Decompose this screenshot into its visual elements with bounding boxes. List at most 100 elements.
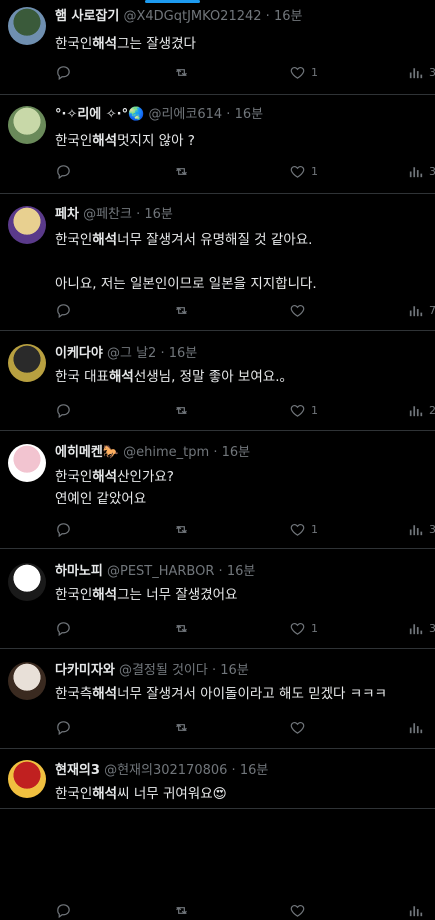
retweet-button[interactable] — [173, 618, 190, 638]
reply-tweet[interactable]: 페차 @페찬크 · 16분 한국인해석너무 잘생겨서 유명해질 것 같아요. 아… — [0, 194, 435, 331]
like-button[interactable]: 1 — [289, 618, 318, 638]
tweet-text: 한국측해석너무 잘생겨서 아이돌이라고 해도 믿겠다 ㅋㅋㅋ — [55, 683, 425, 705]
user-handle[interactable]: @리에코614 — [148, 107, 222, 122]
highlighted-term: 해석 — [92, 786, 118, 802]
views-button[interactable]: 3 — [407, 618, 435, 638]
retweet-button[interactable] — [173, 300, 190, 320]
avatar[interactable] — [8, 563, 46, 601]
timestamp[interactable]: 16분 — [169, 346, 198, 361]
timestamp[interactable]: 16분 — [222, 445, 251, 460]
tweet-header: 하마노피 @PEST_HARBOR · 16분 — [55, 563, 255, 581]
highlighted-term: 해석 — [92, 232, 118, 248]
reply-tweet[interactable]: 하마노피 @PEST_HARBOR · 16분 한국인해석그는 너무 잘생겼어요… — [0, 549, 435, 649]
reply-button[interactable] — [55, 400, 72, 420]
heart-icon — [289, 402, 306, 419]
reply-button[interactable] — [55, 300, 72, 320]
timestamp[interactable]: 16분 — [227, 564, 256, 579]
text-segment: 한국인 — [55, 36, 93, 52]
reply-tweet[interactable]: 햄 사로잡기 @X4DGqtJMKO21242 · 16분 한국인해석그는 잘생… — [0, 0, 435, 95]
reply-tweet[interactable]: 다카미자와 @결정될 것이다 · 16분 한국측해석너무 잘생겨서 아이돌이라고… — [0, 649, 435, 749]
tweet-text: 한국인해석그는 잘생겼다 — [55, 33, 425, 55]
reply-button[interactable] — [55, 62, 72, 82]
reply-button[interactable] — [55, 161, 72, 181]
display-name[interactable]: 다카미자와 — [55, 663, 115, 678]
display-name[interactable]: 이케다야 — [55, 346, 103, 361]
like-button[interactable]: 1 — [289, 161, 318, 181]
display-name[interactable]: 햄 사로잡기 — [55, 9, 119, 24]
avatar[interactable] — [8, 106, 46, 144]
retweet-button[interactable] — [173, 400, 190, 420]
action-bar: 1 3 — [55, 161, 435, 181]
avatar[interactable] — [8, 760, 46, 798]
display-name[interactable]: 하마노피 — [55, 564, 103, 579]
reply-button[interactable] — [55, 900, 72, 920]
text-segment: 너무 잘생겨서 아이돌이라고 해도 믿겠다 ㅋㅋㅋ — [117, 686, 387, 702]
avatar[interactable] — [8, 444, 46, 482]
timestamp[interactable]: 16분 — [274, 9, 303, 24]
views-button[interactable] — [407, 900, 429, 920]
retweet-button[interactable] — [173, 900, 190, 920]
like-button[interactable]: 1 — [289, 519, 318, 539]
retweet-button[interactable] — [173, 717, 190, 737]
avatar[interactable] — [8, 344, 46, 382]
reply-button[interactable] — [55, 717, 72, 737]
user-handle[interactable]: @결정될 것이다 — [119, 663, 208, 678]
timestamp[interactable]: 16분 — [240, 763, 269, 778]
user-handle[interactable]: @X4DGqtJMKO21242 — [123, 9, 261, 24]
reply-tweet[interactable]: °·✧리에 ✧·°🌏 @리에코614 · 16분 한국인해석멋지지 않아 ? 1… — [0, 95, 435, 194]
heart-icon — [289, 302, 306, 319]
like-button[interactable]: 1 — [289, 400, 318, 420]
user-handle[interactable]: @ehime_tpm — [123, 445, 209, 460]
text-segment: 한국측 — [55, 686, 93, 702]
avatar[interactable] — [8, 662, 46, 700]
user-handle[interactable]: @PEST_HARBOR — [107, 564, 214, 579]
views-button[interactable]: 3 — [407, 519, 435, 539]
analytics-icon — [407, 302, 424, 319]
like-button[interactable] — [289, 300, 311, 320]
user-handle[interactable]: @현재의302170806 — [104, 763, 227, 778]
text-segment: 그는 너무 잘생겼어요 — [117, 587, 238, 603]
separator-dot: · — [160, 346, 165, 361]
like-button[interactable] — [289, 717, 311, 737]
timestamp[interactable]: 16분 — [144, 207, 173, 222]
retweet-icon — [173, 902, 190, 919]
text-segment: 그는 잘생겼다 — [117, 36, 196, 52]
avatar[interactable] — [8, 7, 46, 45]
analytics-icon — [407, 719, 424, 736]
text-segment: 씨 너무 귀여워요😍 — [117, 786, 227, 802]
retweet-button[interactable] — [173, 62, 190, 82]
highlighted-term: 해석 — [92, 587, 118, 603]
retweet-button[interactable] — [173, 519, 190, 539]
like-button[interactable]: 1 — [289, 62, 318, 82]
views-button[interactable]: 2 — [407, 400, 435, 420]
reply-icon — [55, 402, 72, 419]
user-handle[interactable]: @페찬크 — [83, 207, 132, 222]
display-name[interactable]: 에히메켄🐎 — [55, 445, 119, 460]
retweet-icon — [173, 402, 190, 419]
view-count: 3 — [429, 522, 435, 536]
tweet-header: 현재의3 @현재의302170806 · 16분 — [55, 762, 268, 780]
avatar[interactable] — [8, 206, 46, 244]
views-button[interactable]: 7 — [407, 300, 435, 320]
like-count: 1 — [311, 522, 318, 536]
reply-icon — [55, 64, 72, 81]
reply-button[interactable] — [55, 519, 72, 539]
views-button[interactable]: 3 — [407, 161, 435, 181]
display-name[interactable]: °·✧리에 ✧·°🌏 — [55, 107, 144, 122]
user-handle[interactable]: @그 날2 — [107, 346, 156, 361]
views-button[interactable]: 3 — [407, 62, 435, 82]
like-button[interactable] — [289, 900, 311, 920]
display-name[interactable]: 페차 — [55, 207, 79, 222]
retweet-icon — [173, 302, 190, 319]
retweet-button[interactable] — [173, 161, 190, 181]
display-name[interactable]: 현재의3 — [55, 763, 100, 778]
reply-tweet[interactable]: 에히메켄🐎 @ehime_tpm · 16분 한국인해석산인가요? 연예인 같았… — [0, 431, 435, 549]
reply-button[interactable] — [55, 618, 72, 638]
timestamp[interactable]: 16분 — [235, 107, 264, 122]
action-bar: 1 3 — [55, 618, 435, 638]
timestamp[interactable]: 16분 — [220, 663, 249, 678]
analytics-icon — [407, 64, 424, 81]
reply-tweet[interactable]: 이케다야 @그 날2 · 16분 한국 대표해석선생님, 정말 좋아 보여요.。… — [0, 331, 435, 431]
views-button[interactable] — [407, 717, 429, 737]
reply-tweet[interactable]: 현재의3 @현재의302170806 · 16분 한국인해석씨 너무 귀여워요😍 — [0, 749, 435, 918]
